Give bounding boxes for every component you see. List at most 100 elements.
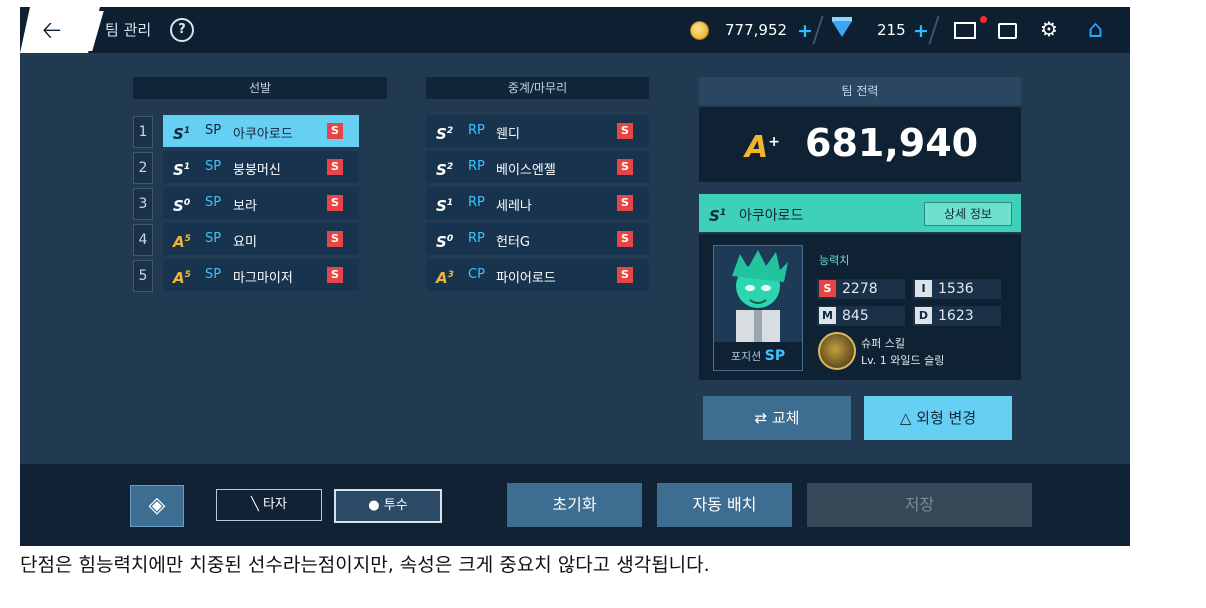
field-view-button[interactable]: ◈ bbox=[130, 485, 184, 527]
chat-icon[interactable] bbox=[998, 23, 1017, 39]
position-label: CP bbox=[468, 267, 485, 282]
skill-title: 슈퍼 스킬 bbox=[861, 337, 905, 350]
player-avatar: 포지션 SP bbox=[713, 245, 803, 371]
left-arrow-icon: 🡠 bbox=[42, 16, 62, 44]
pitcher-tab[interactable]: ● 투수 bbox=[334, 489, 442, 523]
s-badge: S bbox=[617, 231, 633, 247]
starter-row-3[interactable]: S0 SP 보라 S bbox=[163, 187, 359, 219]
coin-value: 777,952 bbox=[725, 21, 788, 39]
reset-button[interactable]: 초기화 bbox=[507, 483, 642, 527]
row-number: 5 bbox=[133, 260, 153, 292]
position-label: SP bbox=[205, 159, 222, 174]
baseball-icon: ● bbox=[368, 498, 380, 513]
help-button[interactable]: ? bbox=[170, 18, 194, 42]
reliever-row-5[interactable]: A3 CP 파이어로드 S bbox=[426, 259, 649, 291]
grade-badge: S0 bbox=[173, 197, 191, 215]
auto-assign-button[interactable]: 자동 배치 bbox=[657, 483, 792, 527]
divider bbox=[928, 16, 940, 44]
grade-badge: S1 bbox=[709, 207, 727, 225]
mail-icon[interactable] bbox=[954, 22, 976, 39]
position-label: SP bbox=[205, 231, 222, 246]
s-badge: S bbox=[327, 123, 343, 139]
starter-row-1[interactable]: S1 SP 아쿠아로드 S bbox=[163, 115, 359, 147]
position-label: SP bbox=[205, 267, 222, 282]
position-label: SP bbox=[205, 123, 222, 138]
starter-row-5[interactable]: A5 SP 마그마이저 S bbox=[163, 259, 359, 291]
s-badge: S bbox=[327, 267, 343, 283]
reliever-row-2[interactable]: S2 RP 베이스엔젤 S bbox=[426, 151, 649, 183]
team-grade-badge: A+ bbox=[745, 130, 780, 165]
batter-tab[interactable]: ╲ 타자 bbox=[216, 489, 322, 521]
player-name: 붕붕머신 bbox=[233, 163, 281, 178]
swap-button[interactable]: ⇄ 교체 bbox=[703, 396, 851, 440]
s-badge: S bbox=[617, 267, 633, 283]
gem-value: 215 bbox=[877, 21, 906, 39]
selected-player-header: S1 아쿠아로드 상세 정보 bbox=[699, 194, 1021, 232]
game-screen: 🡠 팀 관리 ? 777,952 + 215 + ⚙ ⌂ 선발 1 S1 SP … bbox=[20, 7, 1130, 546]
top-bar: 🡠 팀 관리 ? 777,952 + 215 + ⚙ ⌂ bbox=[20, 7, 1130, 53]
team-power-value: 681,940 bbox=[805, 121, 979, 165]
position-label: RP bbox=[468, 159, 485, 174]
add-gems-button[interactable]: + bbox=[913, 22, 929, 41]
grade-badge: A5 bbox=[173, 269, 191, 287]
row-number: 3 bbox=[133, 188, 153, 220]
detail-info-button[interactable]: 상세 정보 bbox=[924, 202, 1012, 226]
player-name: 아쿠아로드 bbox=[233, 127, 293, 142]
position-label: RP bbox=[468, 231, 485, 246]
notification-dot bbox=[980, 16, 987, 23]
bat-icon: ╲ bbox=[251, 497, 259, 512]
row-number: 2 bbox=[133, 152, 153, 184]
player-name: 헌터G bbox=[496, 235, 530, 250]
skill-icon[interactable] bbox=[818, 332, 856, 370]
stats-label: 능력치 bbox=[819, 254, 850, 267]
caption-text: 단점은 힘능력치에만 치중된 선수라는점이지만, 속성은 크게 중요치 않다고 … bbox=[20, 554, 710, 576]
player-name: 웬디 bbox=[496, 127, 520, 142]
stat-i: I 1536 bbox=[913, 279, 1001, 299]
grade-badge: S1 bbox=[173, 125, 191, 143]
baseball-diamond-icon: ◈ bbox=[148, 493, 166, 518]
s-badge: S bbox=[617, 195, 633, 211]
add-coins-button[interactable]: + bbox=[797, 22, 813, 41]
gem-icon bbox=[832, 21, 852, 37]
hanger-icon: △ bbox=[899, 409, 912, 427]
stat-m: M 845 bbox=[817, 306, 905, 326]
s-badge: S bbox=[617, 159, 633, 175]
grade-badge: S1 bbox=[436, 197, 454, 215]
s-badge: S bbox=[327, 159, 343, 175]
position-label: RP bbox=[468, 123, 485, 138]
grade-badge: S2 bbox=[436, 161, 454, 179]
position-label: RP bbox=[468, 195, 485, 210]
stat-d: D 1623 bbox=[913, 306, 1001, 326]
s-badge: S bbox=[617, 123, 633, 139]
row-number: 1 bbox=[133, 116, 153, 148]
starter-row-2[interactable]: S1 SP 붕붕머신 S bbox=[163, 151, 359, 183]
grade-badge: S1 bbox=[173, 161, 191, 179]
reliever-row-4[interactable]: S0 RP 헌터G S bbox=[426, 223, 649, 255]
grade-badge: S0 bbox=[436, 233, 454, 251]
s-badge: S bbox=[327, 195, 343, 211]
divider bbox=[812, 16, 824, 44]
starters-header: 선발 bbox=[133, 77, 387, 99]
home-icon[interactable]: ⌂ bbox=[1088, 16, 1103, 42]
reliever-row-3[interactable]: S1 RP 세레나 S bbox=[426, 187, 649, 219]
team-power-header: 팀 전력 bbox=[699, 77, 1021, 105]
gear-icon[interactable]: ⚙ bbox=[1040, 17, 1058, 41]
grade-badge: A5 bbox=[173, 233, 191, 251]
relievers-header: 중계/마무리 bbox=[426, 77, 649, 99]
s-badge: S bbox=[327, 231, 343, 247]
starter-row-4[interactable]: A5 SP 요미 S bbox=[163, 223, 359, 255]
grade-badge: S2 bbox=[436, 125, 454, 143]
position-label: SP bbox=[205, 195, 222, 210]
skill-description: Lv. 1 와일드 슬링 bbox=[861, 354, 945, 367]
save-button[interactable]: 저장 bbox=[807, 483, 1032, 527]
player-name: 요미 bbox=[233, 235, 257, 250]
change-appearance-button[interactable]: △ 외형 변경 bbox=[864, 396, 1012, 440]
stat-s: S 2278 bbox=[817, 279, 905, 299]
reliever-row-1[interactable]: S2 RP 웬디 S bbox=[426, 115, 649, 147]
team-power-box: A+ 681,940 bbox=[699, 107, 1021, 182]
page-title: 팀 관리 bbox=[105, 21, 152, 39]
grade-badge: A3 bbox=[436, 269, 454, 287]
player-name: 베이스엔젤 bbox=[496, 163, 556, 178]
row-number: 4 bbox=[133, 224, 153, 256]
position-tag: 포지션 SP bbox=[714, 342, 802, 370]
